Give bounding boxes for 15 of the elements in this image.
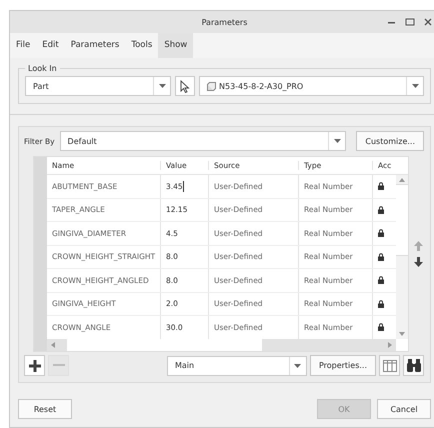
menu-item[interactable]: File [10,33,36,58]
customize-button[interactable]: Customize... [356,131,424,151]
menu-item[interactable]: Edit [36,33,65,58]
group-label: Look In [27,64,58,73]
dialog-button[interactable]: Reset [18,399,72,419]
model-dropdown[interactable]: N53-45-8-2-A30_PRO [199,76,424,96]
menu-item[interactable]: Show [158,33,194,58]
type-dropdown[interactable]: Part [25,76,171,96]
menu-item[interactable]: Tools [125,33,158,58]
dialog-button[interactable]: Cancel [377,399,431,419]
window-title: Parameters [202,18,248,26]
menu-item[interactable]: Parameters [64,33,126,58]
properties-button[interactable]: Properties... [310,355,376,376]
filter-dropdown[interactable]: Default [60,131,346,151]
collection-dropdown[interactable]: Main [166,356,307,376]
